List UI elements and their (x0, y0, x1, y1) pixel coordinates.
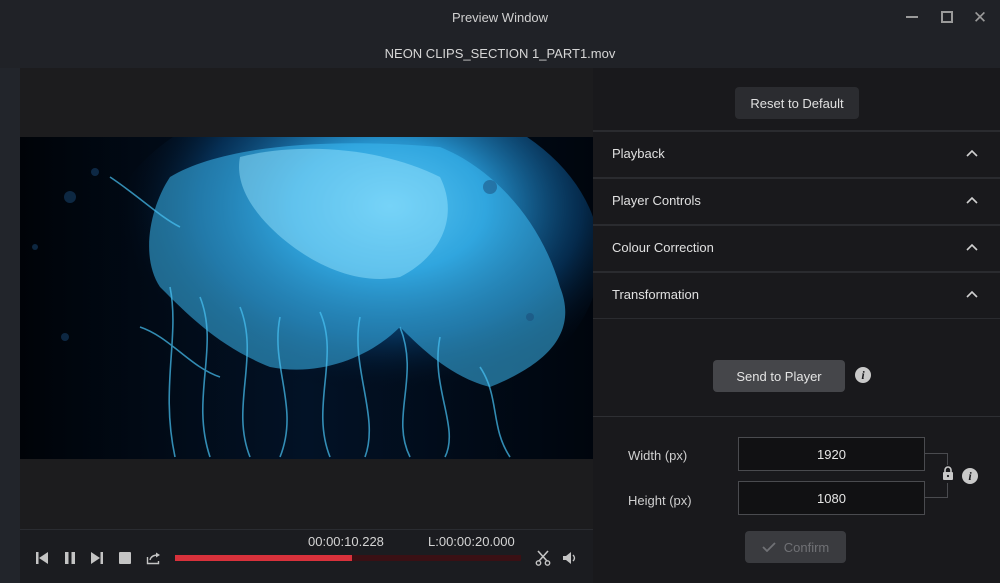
close-button[interactable]: ✕ (968, 6, 992, 28)
current-time: 00:00:10.228 (308, 534, 384, 549)
skip-back-button[interactable] (34, 550, 50, 566)
aspect-link-line-top (925, 453, 948, 465)
export-icon (146, 552, 160, 565)
title-bar: Preview Window ✕ (0, 0, 1000, 36)
trim-button[interactable] (534, 550, 552, 566)
section-transformation[interactable]: Transformation (593, 271, 1000, 318)
player-controls-bar: 00:00:10.228 L:00:00:20.000 (20, 529, 593, 583)
lock-icon[interactable] (942, 466, 954, 480)
section-label: Transformation (612, 287, 699, 302)
chevron-up-icon (966, 290, 978, 298)
reset-to-default-button[interactable]: Reset to Default (735, 87, 859, 119)
info-icon[interactable]: i (855, 367, 871, 383)
file-name: NEON CLIPS_SECTION 1_PART1.mov (384, 46, 616, 61)
section-colour-correction[interactable]: Colour Correction (593, 224, 1000, 271)
section-label: Colour Correction (612, 240, 714, 255)
maximize-icon (941, 11, 953, 23)
clip-length: L:00:00:20.000 (428, 534, 515, 549)
left-edge-strip (0, 68, 20, 583)
section-divider (593, 318, 1000, 319)
close-icon: ✕ (972, 7, 988, 27)
section-label: Playback (612, 146, 665, 161)
video-image (20, 137, 593, 459)
chevron-up-icon (966, 149, 978, 157)
chevron-up-icon (966, 243, 978, 251)
checkmark-icon (762, 542, 776, 552)
pause-button[interactable] (62, 550, 78, 566)
confirm-label: Confirm (783, 539, 830, 555)
divider (593, 416, 1000, 417)
chevron-up-icon (966, 196, 978, 204)
pause-icon (65, 552, 75, 564)
window-title: Preview Window (451, 10, 549, 25)
section-label: Player Controls (612, 193, 701, 208)
stop-icon (119, 552, 131, 564)
info-icon[interactable]: i (962, 468, 978, 484)
aspect-link-line-bottom (925, 483, 948, 498)
export-button[interactable] (144, 550, 162, 566)
height-label: Height (px) (628, 493, 692, 508)
skip-forward-button[interactable] (89, 550, 105, 566)
volume-icon (563, 552, 576, 564)
send-to-player-button[interactable]: Send to Player (713, 360, 845, 392)
minimize-icon (906, 16, 918, 18)
width-label: Width (px) (628, 448, 688, 463)
video-frame[interactable] (20, 137, 593, 459)
scissors-icon (535, 550, 551, 566)
minimize-button[interactable] (900, 6, 924, 28)
section-playback[interactable]: Playback (593, 130, 1000, 177)
settings-panel: Reset to Default Playback Player Control… (593, 68, 1000, 583)
stop-button[interactable] (117, 550, 133, 566)
maximize-button[interactable] (935, 6, 959, 28)
progress-bar[interactable] (175, 555, 521, 561)
skip-forward-icon (91, 552, 103, 564)
height-input[interactable] (738, 481, 925, 515)
width-input[interactable] (738, 437, 925, 471)
volume-button[interactable] (561, 550, 579, 566)
skip-back-icon (36, 552, 48, 564)
video-viewport (20, 68, 593, 529)
section-player-controls[interactable]: Player Controls (593, 177, 1000, 224)
progress-fill (175, 555, 352, 561)
confirm-button: Confirm (745, 531, 846, 563)
